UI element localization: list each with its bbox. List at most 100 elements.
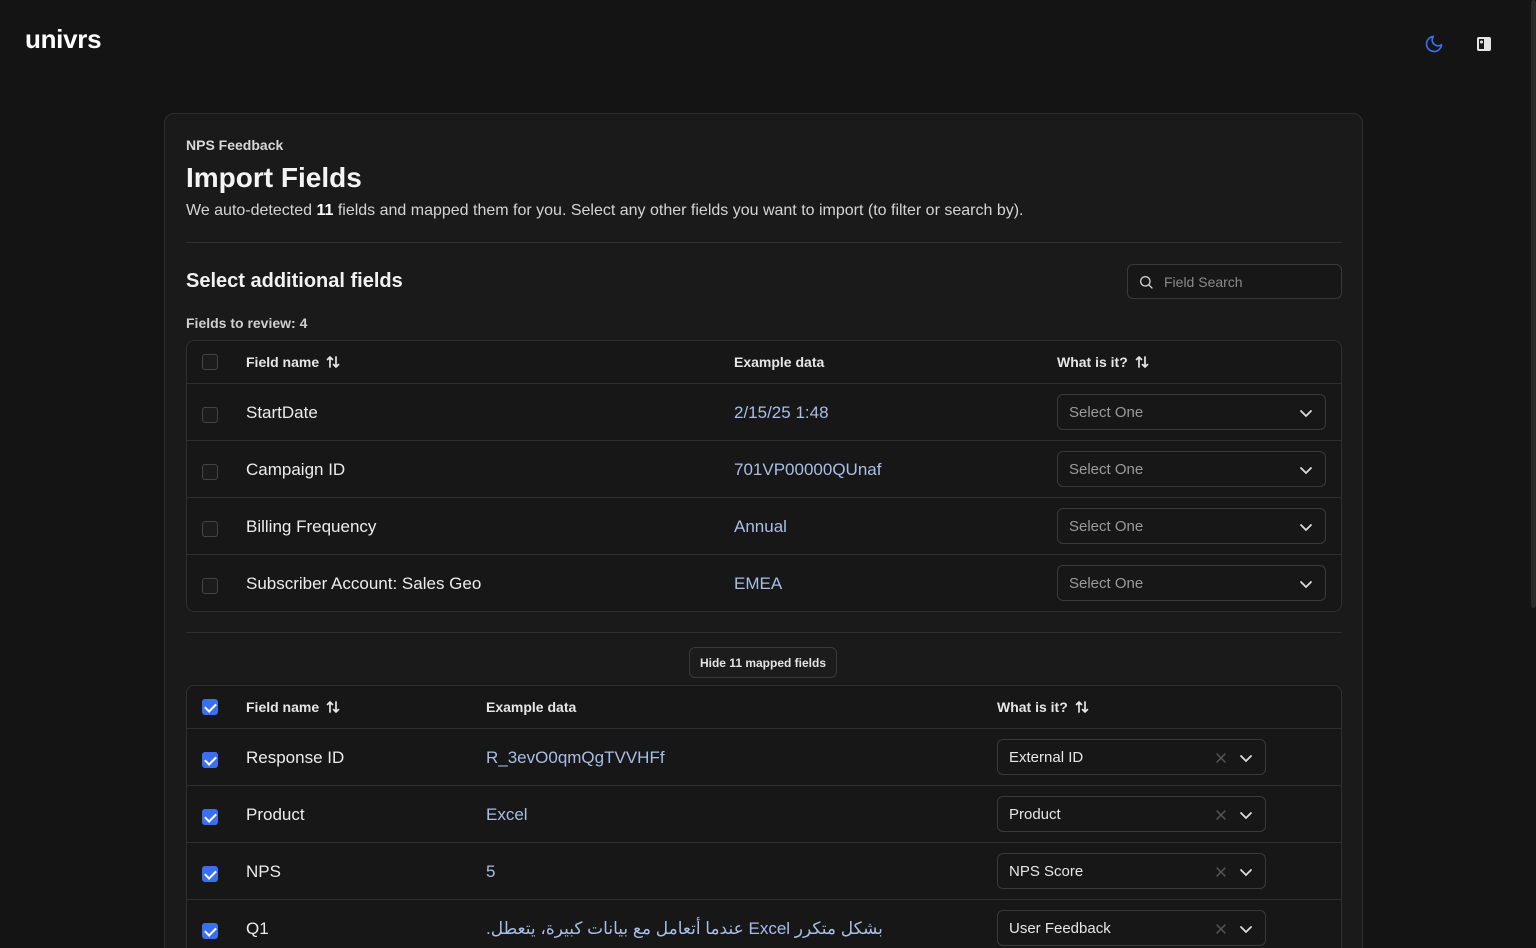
chevron-down-icon <box>1300 467 1312 475</box>
breadcrumb[interactable]: NPS Feedback <box>186 137 283 153</box>
example-data: 701VP00000QUnaf <box>734 460 882 479</box>
row-checkbox[interactable] <box>202 809 218 825</box>
example-data: R_3evO0qmQgTVVHFf <box>486 748 665 767</box>
search-input[interactable] <box>1164 273 1324 290</box>
column-label: Field name <box>246 354 320 370</box>
field-name: Response ID <box>246 748 345 767</box>
chevron-down-icon <box>1300 410 1312 418</box>
mapped-fields-table: Field name Example data What is it? Resp… <box>186 685 1342 948</box>
example-data: Excel <box>486 805 528 824</box>
column-header-what[interactable]: What is it? <box>997 699 1089 715</box>
example-data: Annual <box>734 517 787 536</box>
chevron-down-icon <box>1240 755 1252 763</box>
page-title: Import Fields <box>186 162 362 193</box>
row-checkbox[interactable] <box>202 752 218 768</box>
table-row: Response ID R_3evO0qmQgTVVHFf External I… <box>187 728 1341 785</box>
field-type-select[interactable]: Select One <box>1057 394 1326 430</box>
select-value: Select One <box>1069 460 1144 478</box>
sort-icon[interactable] <box>326 700 340 714</box>
column-label: Example data <box>734 354 825 370</box>
table-row: Product Excel Product <box>187 785 1341 842</box>
section-divider <box>186 632 1342 633</box>
top-bar: univrs <box>0 0 1536 80</box>
page-scrollbar[interactable] <box>1531 0 1536 608</box>
review-count: Fields to review: 4 <box>186 315 308 331</box>
select-value: NPS Score <box>1009 862 1084 880</box>
field-name: StartDate <box>246 403 318 422</box>
example-data: بشكل متكرر Excel عندما أتعامل مع بيانات … <box>486 919 883 938</box>
example-data: 5 <box>486 862 496 881</box>
column-header-what[interactable]: What is it? <box>1057 354 1149 370</box>
moon-icon[interactable] <box>1424 34 1444 54</box>
row-checkbox[interactable] <box>202 464 218 480</box>
sort-icon[interactable] <box>1135 355 1149 369</box>
search-icon <box>1140 275 1153 289</box>
table-row: StartDate 2/15/25 1:48 Select One <box>187 383 1341 440</box>
field-type-select[interactable]: Select One <box>1057 565 1326 601</box>
row-checkbox[interactable] <box>202 578 218 594</box>
column-header-field-name[interactable]: Field name <box>246 354 340 370</box>
select-all-checkbox[interactable] <box>202 699 218 715</box>
select-value: Product <box>1009 805 1061 823</box>
clear-icon[interactable] <box>1215 923 1227 935</box>
user-avatar-icon[interactable] <box>1477 37 1491 51</box>
select-value: Select One <box>1069 403 1144 421</box>
field-name: Campaign ID <box>246 460 346 479</box>
field-name: NPS <box>246 862 281 881</box>
example-data: EMEA <box>734 574 783 593</box>
import-fields-card: NPS Feedback Import Fields We auto-detec… <box>164 113 1363 948</box>
table-header: Field name Example data What is it? <box>187 341 1341 383</box>
chevron-down-icon <box>1300 524 1312 532</box>
section-title: Select additional fields <box>186 270 403 292</box>
column-label: What is it? <box>997 699 1068 715</box>
select-value: External ID <box>1009 748 1084 766</box>
column-label: Example data <box>486 699 577 715</box>
clear-icon[interactable] <box>1215 752 1227 764</box>
field-search[interactable] <box>1127 264 1342 299</box>
field-type-select[interactable]: User Feedback <box>997 910 1266 946</box>
row-checkbox[interactable] <box>202 407 218 423</box>
subtitle-prefix: We auto-detected <box>186 202 317 219</box>
field-name: Subscriber Account: Sales Geo <box>246 574 482 593</box>
table-row: Billing Frequency Annual Select One <box>187 497 1341 554</box>
table-row: Q1 بشكل متكرر Excel عندما أتعامل مع بيان… <box>187 899 1341 948</box>
subtitle-suffix: fields and mapped them for you. Select a… <box>333 202 1024 219</box>
chevron-down-icon <box>1240 869 1252 877</box>
table-header: Field name Example data What is it? <box>187 686 1341 728</box>
select-value: Select One <box>1069 574 1144 592</box>
row-checkbox[interactable] <box>202 866 218 882</box>
clear-icon[interactable] <box>1215 809 1227 821</box>
chevron-down-icon <box>1300 581 1312 589</box>
select-value: User Feedback <box>1009 919 1111 937</box>
field-name: Billing Frequency <box>246 517 377 536</box>
field-type-select[interactable]: External ID <box>997 739 1266 775</box>
field-type-select[interactable]: NPS Score <box>997 853 1266 889</box>
clear-icon[interactable] <box>1215 866 1227 878</box>
page-subtitle: We auto-detected 11 fields and mapped th… <box>186 202 1023 220</box>
field-type-select[interactable]: Select One <box>1057 451 1326 487</box>
field-name: Q1 <box>246 919 269 938</box>
table-row: NPS 5 NPS Score <box>187 842 1341 899</box>
column-header-example: Example data <box>486 699 576 715</box>
example-data: 2/15/25 1:48 <box>734 403 829 422</box>
table-row: Campaign ID 701VP00000QUnaf Select One <box>187 440 1341 497</box>
additional-fields-table: Field name Example data What is it? Star… <box>186 340 1342 612</box>
field-type-select[interactable]: Select One <box>1057 508 1326 544</box>
sort-icon[interactable] <box>326 355 340 369</box>
select-value: Select One <box>1069 517 1144 535</box>
column-label: What is it? <box>1057 354 1128 370</box>
sort-icon[interactable] <box>1075 700 1089 714</box>
column-header-example: Example data <box>734 354 824 370</box>
row-checkbox[interactable] <box>202 521 218 537</box>
hide-mapped-fields-button[interactable]: Hide 11 mapped fields <box>689 647 837 678</box>
column-header-field-name[interactable]: Field name <box>246 699 340 715</box>
field-name: Product <box>246 805 305 824</box>
field-type-select[interactable]: Product <box>997 796 1266 832</box>
header-divider <box>186 242 1342 243</box>
column-label: Field name <box>246 699 320 715</box>
app-logo[interactable]: univrs <box>25 24 102 55</box>
detected-count: 11 <box>316 202 334 219</box>
chevron-down-icon <box>1240 926 1252 934</box>
row-checkbox[interactable] <box>202 923 218 939</box>
select-all-checkbox[interactable] <box>202 354 218 370</box>
